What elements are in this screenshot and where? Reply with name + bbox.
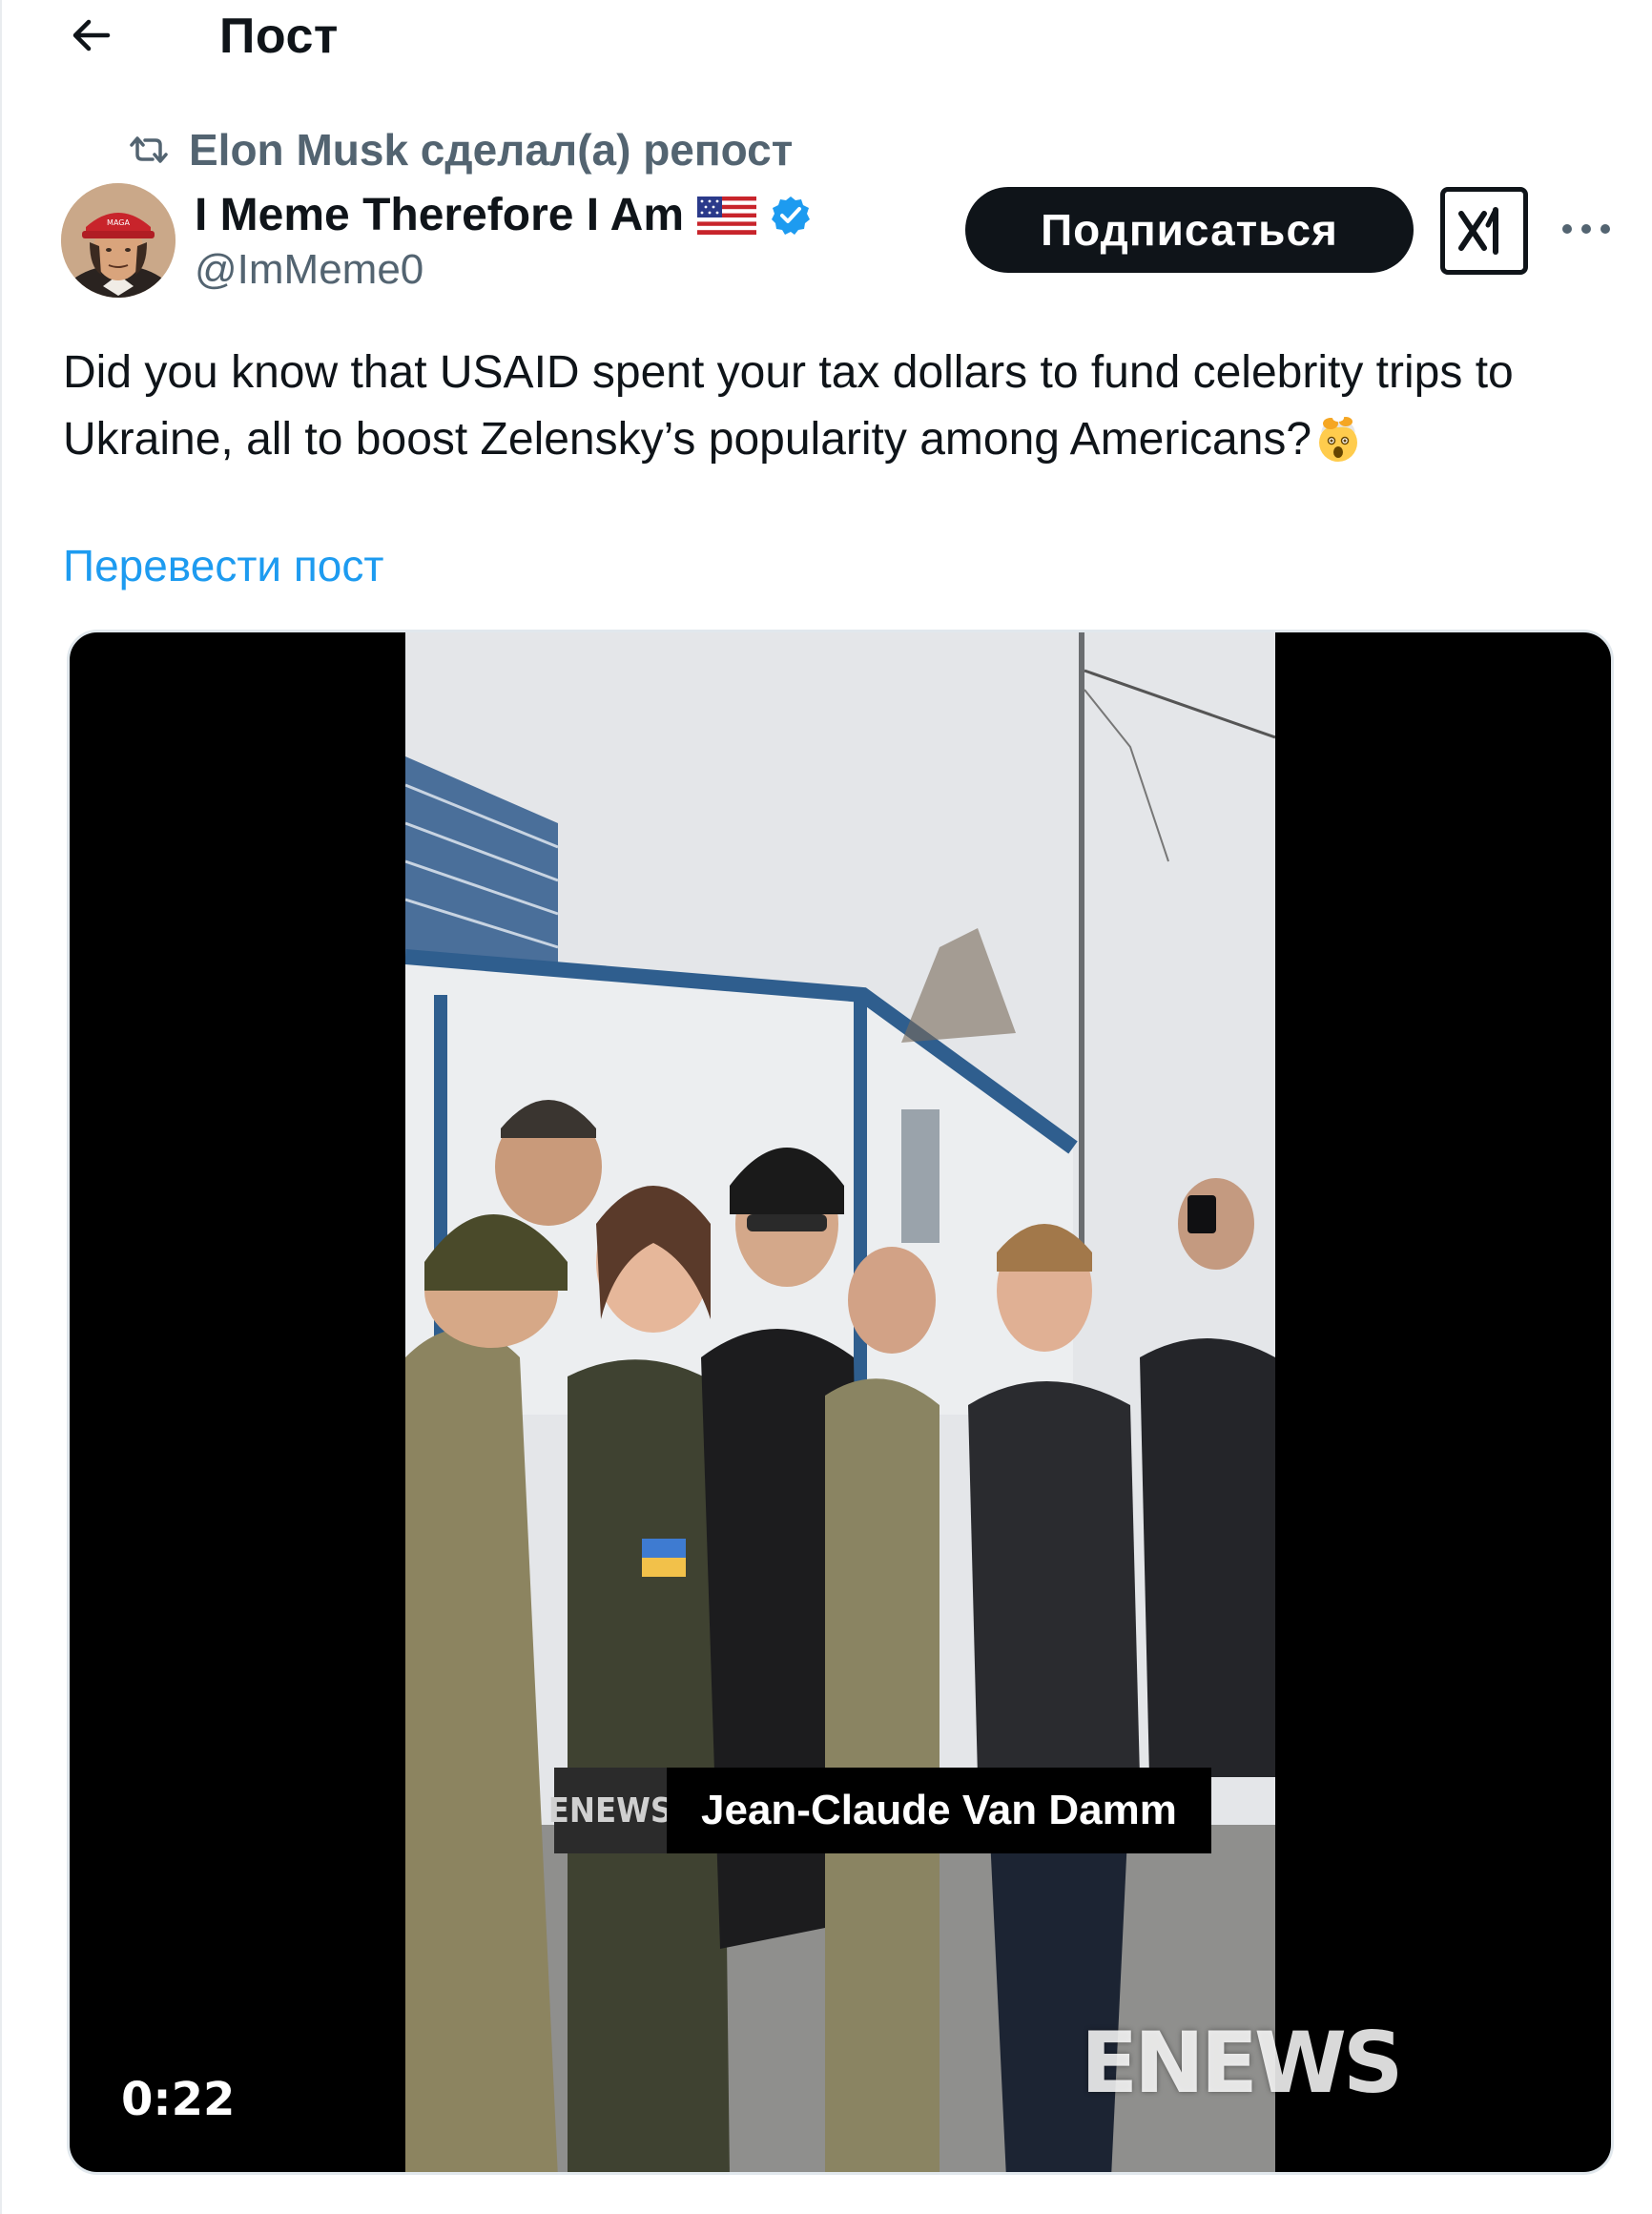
repost-text: Elon Musk сделал(а) репост bbox=[189, 125, 794, 175]
avatar[interactable]: MAGA bbox=[61, 183, 176, 298]
author-name-row[interactable]: I Meme Therefore I Am bbox=[195, 189, 812, 241]
enews-watermark: ENEWS bbox=[1081, 2014, 1403, 2112]
video-player[interactable]: ENEWS Jean-Claude Van Damm ENEWS 0:22 bbox=[67, 630, 1614, 2175]
tweet-body: Did you know that USAID spent your tax d… bbox=[63, 347, 1514, 465]
back-button[interactable] bbox=[65, 13, 116, 57]
video-still-image bbox=[405, 632, 1275, 2172]
author-name: I Meme Therefore I Am bbox=[195, 190, 685, 240]
repost-indicator[interactable]: Elon Musk сделал(а) репост bbox=[128, 124, 793, 176]
page-title: Пост bbox=[219, 9, 339, 64]
exploding-head-emoji-icon bbox=[1319, 414, 1358, 462]
us-flag-icon bbox=[697, 196, 757, 235]
video-duration: 0:22 bbox=[121, 2073, 236, 2126]
translate-post-link[interactable]: Перевести пост bbox=[63, 540, 383, 591]
repost-icon bbox=[130, 136, 168, 163]
grok-button[interactable] bbox=[1440, 187, 1528, 275]
author-handle[interactable]: @ImMeme0 bbox=[195, 246, 423, 294]
more-dots-icon bbox=[1562, 224, 1610, 234]
avatar-image: MAGA bbox=[61, 183, 176, 298]
grok-icon bbox=[1458, 207, 1498, 255]
caption-text: Jean-Claude Van Damm bbox=[667, 1768, 1211, 1853]
svg-text:MAGA: MAGA bbox=[107, 218, 130, 227]
caption-logo: ENEWS bbox=[548, 1768, 672, 1853]
tweet-text: Did you know that USAID spent your tax d… bbox=[63, 340, 1551, 473]
arrow-left-icon bbox=[72, 19, 111, 52]
video-frame bbox=[405, 632, 1275, 2172]
follow-button[interactable]: Подписаться bbox=[965, 187, 1414, 273]
post-page: Пост Elon Musk сделал(а) репост MAGA I M… bbox=[0, 0, 1652, 2214]
more-options-button[interactable] bbox=[1553, 200, 1620, 258]
verified-badge-icon bbox=[772, 196, 811, 235]
top-bar: Пост bbox=[2, 0, 1652, 86]
video-caption: ENEWS Jean-Claude Van Damm bbox=[548, 1768, 1211, 1853]
